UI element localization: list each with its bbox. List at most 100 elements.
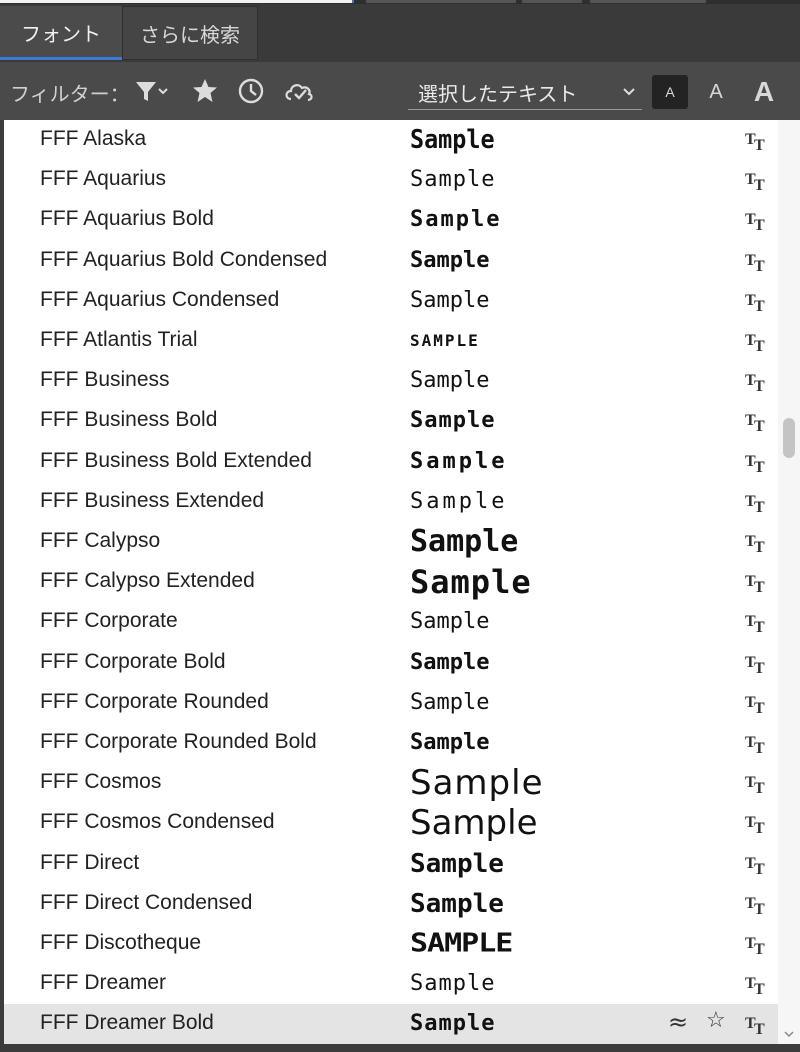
font-row[interactable]: FFF Aquarius Sample T T [4, 160, 778, 200]
font-sample: Sample [410, 125, 495, 155]
font-name: FFF Calypso Extended [40, 569, 255, 593]
star-icon[interactable] [190, 76, 222, 106]
font-row[interactable]: FFF Calypso Extended Sample T T [4, 562, 778, 602]
font-sample: Sample [410, 524, 519, 559]
clock-icon[interactable] [236, 76, 268, 106]
font-sample: Sample [410, 207, 502, 233]
font-name: FFF Dreamer [40, 971, 166, 995]
font-type-icon: TT [744, 127, 770, 154]
font-sample: Sample [410, 763, 544, 804]
font-sample: Sample [410, 730, 490, 755]
font-type-icon: TT [744, 609, 770, 636]
svg-text:T: T [754, 1021, 765, 1037]
preview-size-small-button[interactable]: A [652, 75, 688, 109]
svg-text:T: T [754, 338, 765, 354]
font-row[interactable]: FFF Aquarius Bold Sample T T [4, 200, 778, 240]
scroll-down-icon[interactable] [783, 1028, 795, 1040]
panel-bottom-edge [0, 1044, 800, 1052]
filter-label: フィルター： [10, 82, 130, 106]
font-name: FFF Atlantis Trial [40, 328, 198, 351]
font-sample: Sample [410, 563, 532, 602]
font-type-icon: TT [744, 167, 770, 194]
svg-text:T: T [754, 941, 765, 957]
preview-text-value: 選択したテキスト [418, 82, 578, 106]
svg-text:T: T [754, 861, 765, 877]
font-row[interactable]: FFF Corporate Rounded Sample T T [4, 683, 778, 723]
font-row[interactable]: FFF Direct Sample T T [4, 844, 778, 884]
font-sample: Sample [410, 888, 504, 919]
scrollbar-thumb[interactable] [783, 418, 795, 458]
chevron-down-icon [623, 88, 635, 96]
svg-text:T: T [754, 981, 765, 997]
font-type-icon: TT [744, 368, 770, 395]
font-row[interactable]: FFF Business Bold Extended Sample T T [4, 442, 778, 482]
font-row[interactable]: FFF Calypso Sample T T [4, 522, 778, 562]
favorite-star-icon[interactable]: ☆ [706, 1008, 726, 1033]
tab-more-search[interactable]: さらに検索 [122, 6, 258, 60]
svg-text:T: T [754, 660, 765, 676]
font-row[interactable]: FFF Cosmos Condensed Sample T T [4, 803, 778, 843]
font-row[interactable]: FFF Corporate Rounded Bold Sample T T [4, 723, 778, 763]
scrollbar[interactable] [778, 120, 800, 1044]
font-type-icon: TT [744, 891, 770, 918]
preview-size-large-button[interactable]: A [744, 70, 784, 114]
font-sample: Sample [410, 287, 490, 313]
font-row[interactable]: FFF Direct Condensed Sample T T [4, 884, 778, 924]
svg-text:T: T [754, 378, 765, 394]
font-row[interactable]: FFF Aquarius Bold Condensed Sample T T [4, 241, 778, 281]
font-row[interactable]: FFF Corporate Sample T T [4, 602, 778, 642]
font-type-icon: TT [744, 1011, 770, 1038]
font-type-icon: TT [744, 408, 770, 435]
font-sample: Sample [410, 649, 490, 675]
font-sample: SAMPLE [410, 331, 480, 350]
font-row[interactable]: FFF Cosmos Sample T T [4, 763, 778, 803]
font-sample: Sample [410, 971, 496, 997]
font-type-icon: TT [744, 288, 770, 315]
tab-fonts[interactable]: フォント [0, 6, 122, 60]
font-sample: Sample [410, 689, 490, 715]
font-row[interactable]: FFF Alaska Sample T T [4, 120, 778, 160]
font-sample: Sample [410, 848, 504, 879]
font-name: FFF Aquarius Bold [40, 207, 214, 231]
funnel-icon[interactable] [132, 76, 168, 106]
font-name: FFF Alaska [40, 127, 147, 150]
font-row[interactable]: FFF Atlantis Trial SAMPLE T T [4, 321, 778, 361]
font-row[interactable]: FFF Business Sample T T [4, 361, 778, 401]
svg-text:T: T [754, 539, 765, 555]
font-list: FFF Alaska Sample T T FFF Aquarius Sample T T FF… [4, 120, 778, 1044]
font-row[interactable]: FFF Aquarius Condensed Sample T T [4, 281, 778, 321]
font-sample: Sample [410, 368, 490, 394]
svg-text:T: T [754, 579, 765, 595]
tab-bar: フォント さらに検索 [0, 4, 800, 62]
font-name: FFF Cosmos [40, 770, 162, 794]
preview-text-select[interactable]: 選択したテキスト [408, 74, 642, 110]
font-type-icon: TT [744, 489, 770, 516]
font-name: FFF Business Extended [40, 488, 265, 512]
font-row[interactable]: FFF Corporate Bold Sample T T [4, 643, 778, 683]
svg-text:T: T [754, 258, 765, 274]
font-name: FFF Corporate [40, 609, 178, 633]
filter-bar: フィルター： 選択したテキスト A A A [0, 62, 800, 120]
svg-text:T: T [754, 740, 765, 756]
font-type-icon: TT [744, 529, 770, 556]
font-sample: Sample [410, 408, 496, 434]
font-row[interactable]: FFF Business Bold Sample T T [4, 401, 778, 441]
previous-input [0, 0, 354, 3]
svg-text:T: T [754, 298, 765, 314]
svg-text:T: T [754, 499, 765, 515]
font-type-icon: TT [744, 690, 770, 717]
svg-text:T: T [754, 820, 765, 836]
font-type-icon: TT [744, 569, 770, 596]
font-row[interactable]: FFF Dreamer Bold Sample ≈ ☆ T T [4, 1004, 778, 1044]
font-row[interactable]: FFF Discotheque SAMPLE T T [4, 924, 778, 964]
font-type-icon: TT [744, 730, 770, 757]
similar-fonts-icon[interactable]: ≈ [668, 1008, 688, 1036]
cloud-check-icon[interactable] [282, 76, 314, 106]
font-name: FFF Corporate Rounded Bold [40, 730, 317, 753]
font-type-icon: TT [744, 851, 770, 878]
font-row[interactable]: FFF Dreamer Sample T T [4, 964, 778, 1004]
svg-text:T: T [754, 459, 765, 475]
preview-size-medium-button[interactable]: A [698, 75, 734, 109]
font-sample: Sample [410, 167, 496, 193]
font-row[interactable]: FFF Business Extended Sample T T [4, 482, 778, 522]
